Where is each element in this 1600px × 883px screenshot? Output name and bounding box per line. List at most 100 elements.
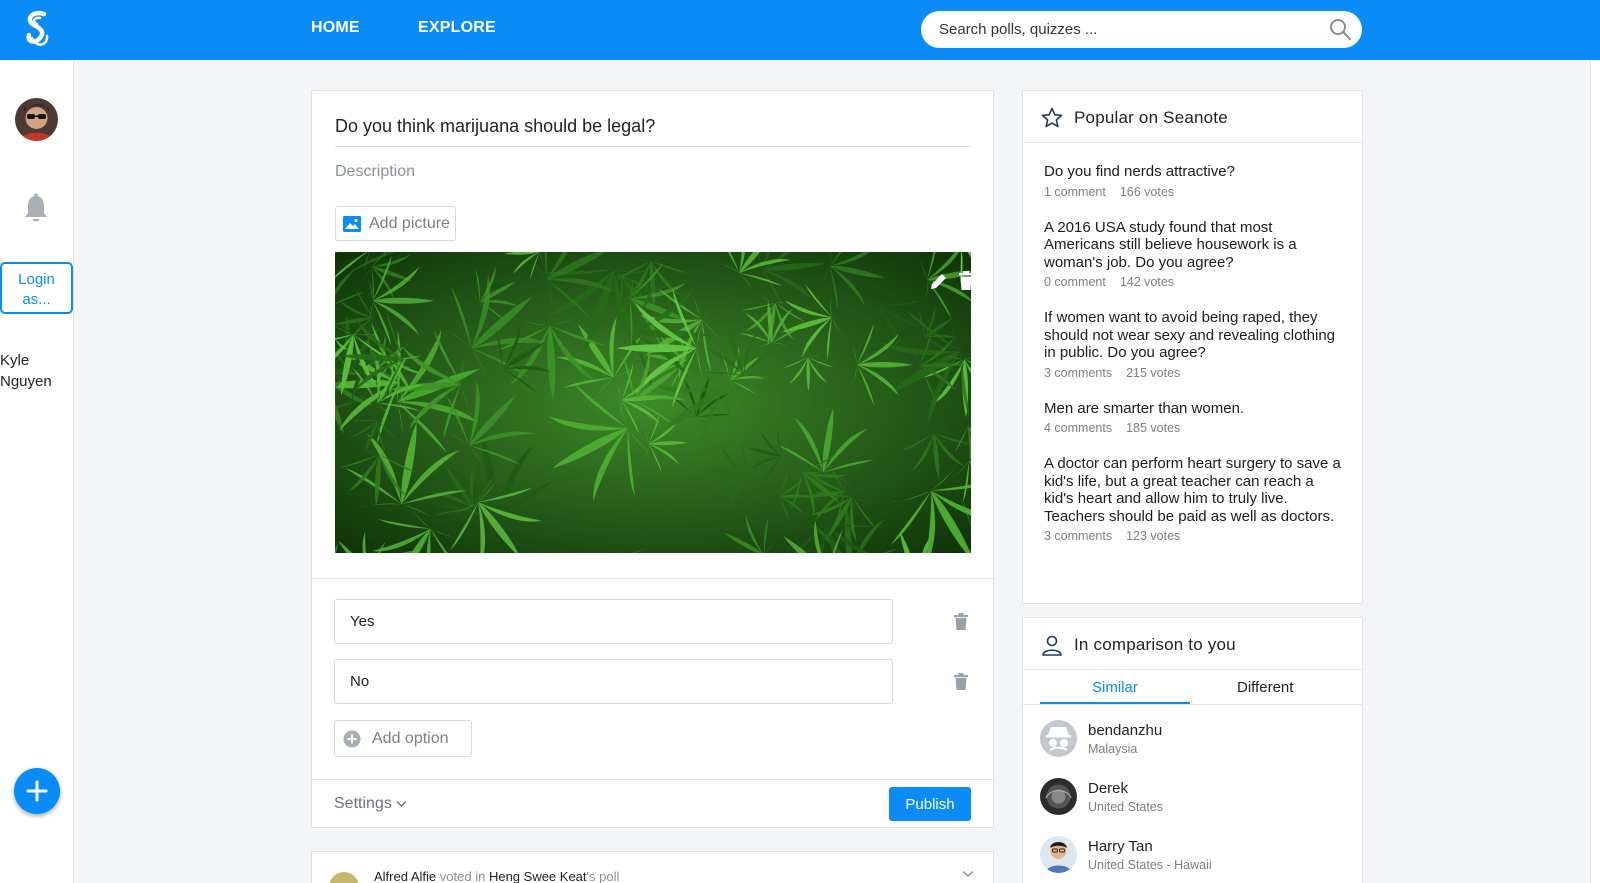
- poll-question-input[interactable]: [335, 107, 971, 147]
- plus-icon: [26, 780, 48, 802]
- user-name: Harry Tan: [1088, 838, 1153, 855]
- delete-option-1-icon[interactable]: [953, 613, 969, 631]
- comment-count: 3 comments: [1044, 365, 1113, 380]
- user-avatar: [1040, 720, 1077, 757]
- vote-count: 185 votes: [1126, 421, 1181, 435]
- popular-item[interactable]: If women want to avoid being raped, they…: [1044, 309, 1344, 380]
- vote-count: 142 votes: [1119, 275, 1175, 289]
- publish-button[interactable]: Publish: [889, 787, 971, 821]
- comment-count: 4 comments: [1044, 421, 1113, 435]
- chevron-down-icon: [396, 800, 407, 807]
- composer-footer-divider: [312, 779, 995, 780]
- popular-meta: 3 comments 215 votes: [1044, 366, 1344, 380]
- add-picture-button[interactable]: Add picture: [335, 206, 456, 241]
- popular-question: If women want to avoid being raped, they…: [1044, 309, 1336, 361]
- poll-option-1-input[interactable]: [334, 599, 893, 644]
- popular-question: A doctor can perform heart surgery to sa…: [1044, 455, 1341, 525]
- poll-description-input[interactable]: [335, 157, 971, 187]
- popular-meta: 4 comments 185 votes: [1044, 421, 1344, 435]
- vote-count: 215 votes: [1126, 365, 1181, 380]
- feed-item: Alfred Alfie voted in Heng Swee Keat's p…: [311, 851, 994, 883]
- top-nav-bar: HOME EXPLORE: [0, 0, 1600, 60]
- username-last: Nguyen: [0, 373, 52, 390]
- add-option-button[interactable]: Add option: [334, 720, 472, 757]
- cannabis-leaves-photo: [335, 252, 971, 553]
- similar-user-row[interactable]: Derek United States: [1040, 778, 1350, 818]
- image-tools: [931, 271, 971, 290]
- comment-count: 3 comments: [1044, 529, 1113, 543]
- settings-label: Settings: [334, 795, 392, 812]
- login-as-button[interactable]: Login as...: [0, 262, 73, 314]
- feed-verb: voted in: [439, 869, 486, 883]
- popular-item[interactable]: Men are smarter than women. 4 comments 18…: [1044, 400, 1344, 436]
- left-rail: Login as... Kyle Nguyen: [0, 60, 74, 883]
- right-edge-gutter: [1590, 60, 1600, 883]
- user-avatar[interactable]: [15, 98, 58, 141]
- popular-item[interactable]: A doctor can perform heart surgery to sa…: [1044, 455, 1344, 543]
- comment-count: 0 comment: [1044, 275, 1106, 289]
- search-icon[interactable]: [1328, 17, 1352, 41]
- login-as-label-line1: Login: [18, 270, 55, 288]
- popular-panel: Popular on Seanote Do you find nerds att…: [1022, 90, 1363, 604]
- chevron-down-icon[interactable]: [962, 870, 974, 878]
- poll-option-2-input[interactable]: [334, 659, 893, 704]
- login-as-label-line2: as...: [22, 290, 51, 308]
- tab-different[interactable]: Different: [1237, 679, 1293, 696]
- star-icon: [1041, 107, 1063, 128]
- popular-item[interactable]: Do you find nerds attractive? 1 comment 1…: [1044, 163, 1344, 199]
- user-avatar: [1040, 778, 1077, 815]
- vote-count: 166 votes: [1119, 184, 1175, 199]
- delete-option-2-icon[interactable]: [953, 673, 969, 691]
- popular-question: Do you find nerds attractive?: [1044, 163, 1235, 180]
- feed-owner-link[interactable]: Heng Swee Keat: [489, 869, 587, 883]
- popular-panel-header: Popular on Seanote: [1023, 91, 1362, 143]
- delete-image-icon[interactable]: [959, 271, 971, 290]
- edit-pencil-icon[interactable]: [931, 274, 946, 289]
- active-tab-indicator: [1040, 702, 1190, 704]
- tab-similar[interactable]: Similar: [1092, 679, 1138, 696]
- composer-divider: [312, 578, 995, 579]
- popular-question: Men are smarter than women.: [1044, 399, 1245, 417]
- nav-explore-link[interactable]: EXPLORE: [418, 19, 496, 37]
- notification-bell-icon[interactable]: [22, 193, 50, 223]
- user-name: Derek: [1088, 780, 1129, 797]
- popular-question: A 2016 USA study found that most America…: [1044, 218, 1297, 271]
- user-avatar: [1040, 836, 1077, 873]
- popular-list: Do you find nerds attractive? 1 comment 1…: [1044, 163, 1344, 563]
- vote-count: 123 votes: [1126, 529, 1181, 543]
- username-first: Kyle: [0, 352, 30, 369]
- poll-composer-card: Add picture: [311, 90, 995, 828]
- comment-count: 1 comment: [1044, 184, 1106, 199]
- comparison-panel-title: In comparison to you: [1074, 635, 1236, 654]
- popular-meta: 1 comment 166 votes: [1044, 185, 1344, 199]
- add-option-label: Add option: [372, 730, 449, 747]
- user-location: United States: [1088, 800, 1164, 814]
- popular-panel-title: Popular on Seanote: [1074, 108, 1228, 127]
- plus-circle-icon: [343, 730, 361, 748]
- settings-dropdown[interactable]: Settings: [334, 795, 407, 813]
- nav-home-link[interactable]: HOME: [311, 19, 360, 37]
- similar-user-row[interactable]: bendanzhu Malaysia: [1040, 720, 1350, 760]
- current-username: Kyle Nguyen: [0, 350, 70, 392]
- search-box: [921, 11, 1362, 48]
- popular-item[interactable]: A 2016 USA study found that most America…: [1044, 219, 1344, 290]
- comparison-panel-header: In comparison to you: [1023, 618, 1362, 670]
- poll-cover-image: [335, 252, 971, 553]
- feed-avatar[interactable]: [329, 872, 359, 883]
- feed-activity-text: Alfred Alfie voted in Heng Swee Keat's p…: [374, 869, 619, 883]
- user-name: bendanzhu: [1088, 722, 1163, 739]
- add-picture-label: Add picture: [369, 215, 450, 232]
- user-location: Malaysia: [1088, 742, 1138, 756]
- popular-meta: 3 comments 123 votes: [1044, 529, 1344, 543]
- create-poll-button[interactable]: [14, 768, 60, 814]
- image-icon: [343, 216, 361, 232]
- user-icon: [1042, 635, 1062, 656]
- popular-meta: 0 comment 142 votes: [1044, 275, 1344, 289]
- search-input[interactable]: [939, 11, 1319, 48]
- feed-actor-link[interactable]: Alfred Alfie: [374, 869, 436, 883]
- seanote-logo-icon[interactable]: [20, 8, 56, 52]
- feed-suffix: 's poll: [586, 869, 620, 883]
- user-location: United States - Hawaii: [1088, 858, 1212, 872]
- similar-user-row[interactable]: Harry Tan United States - Hawaii: [1040, 836, 1350, 876]
- comparison-panel: In comparison to you Similar Different b…: [1022, 617, 1363, 883]
